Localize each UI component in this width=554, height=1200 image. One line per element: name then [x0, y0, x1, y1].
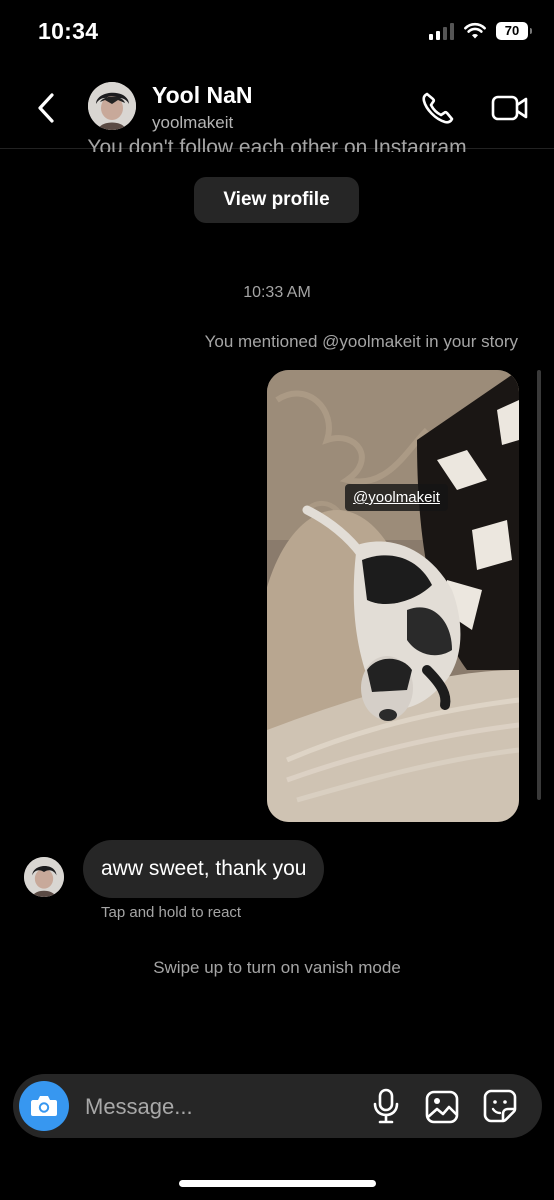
vanish-mode-hint: Swipe up to turn on vanish mode	[153, 958, 401, 977]
chevron-left-icon	[38, 93, 54, 123]
sticker-button[interactable]	[482, 1088, 518, 1124]
home-indicator[interactable]	[179, 1180, 376, 1187]
message-composer	[13, 1074, 542, 1138]
view-profile-button[interactable]: View profile	[194, 177, 359, 223]
story-mention-note: You mentioned @yoolmakeit in your story	[204, 332, 518, 351]
story-photo	[267, 370, 519, 822]
phone-icon	[422, 92, 454, 124]
image-icon	[425, 1090, 459, 1124]
sender-avatar[interactable]	[24, 857, 64, 897]
video-camera-icon	[491, 95, 528, 121]
message-timestamp: 10:33 AM	[243, 284, 311, 301]
voice-message-button[interactable]	[371, 1088, 401, 1124]
gallery-button[interactable]	[425, 1090, 459, 1124]
audio-call-button[interactable]	[418, 88, 458, 128]
message-input[interactable]	[83, 1088, 347, 1126]
story-mention-tag[interactable]: @yoolmakeit	[345, 484, 448, 511]
contact-avatar[interactable]	[88, 82, 136, 130]
story-mention-image[interactable]: @yoolmakeit	[267, 370, 519, 822]
camera-button[interactable]	[19, 1081, 69, 1131]
contact-name[interactable]: Yool NaN	[152, 82, 253, 109]
dm-thread-screen: 10:34 70 Yool NaN yoolmakeit You don't f…	[0, 0, 554, 1200]
follow-status-note: You don't follow each other on Instagram	[87, 136, 467, 152]
cellular-signal-icon	[429, 22, 454, 40]
video-call-button[interactable]	[490, 88, 530, 128]
avatar-image	[24, 857, 64, 897]
status-icons: 70	[429, 22, 532, 40]
avatar-image	[88, 82, 136, 130]
received-message-bubble[interactable]: aww sweet, thank you	[83, 840, 325, 898]
back-button[interactable]	[30, 88, 64, 128]
sticker-icon	[483, 1089, 517, 1123]
wifi-icon	[464, 22, 486, 39]
battery-indicator: 70	[496, 22, 532, 40]
microphone-icon	[373, 1088, 399, 1124]
react-hint: Tap and hold to react	[101, 904, 242, 921]
camera-icon	[31, 1096, 57, 1116]
scrollbar[interactable]	[537, 370, 541, 800]
status-time: 10:34	[38, 18, 99, 44]
